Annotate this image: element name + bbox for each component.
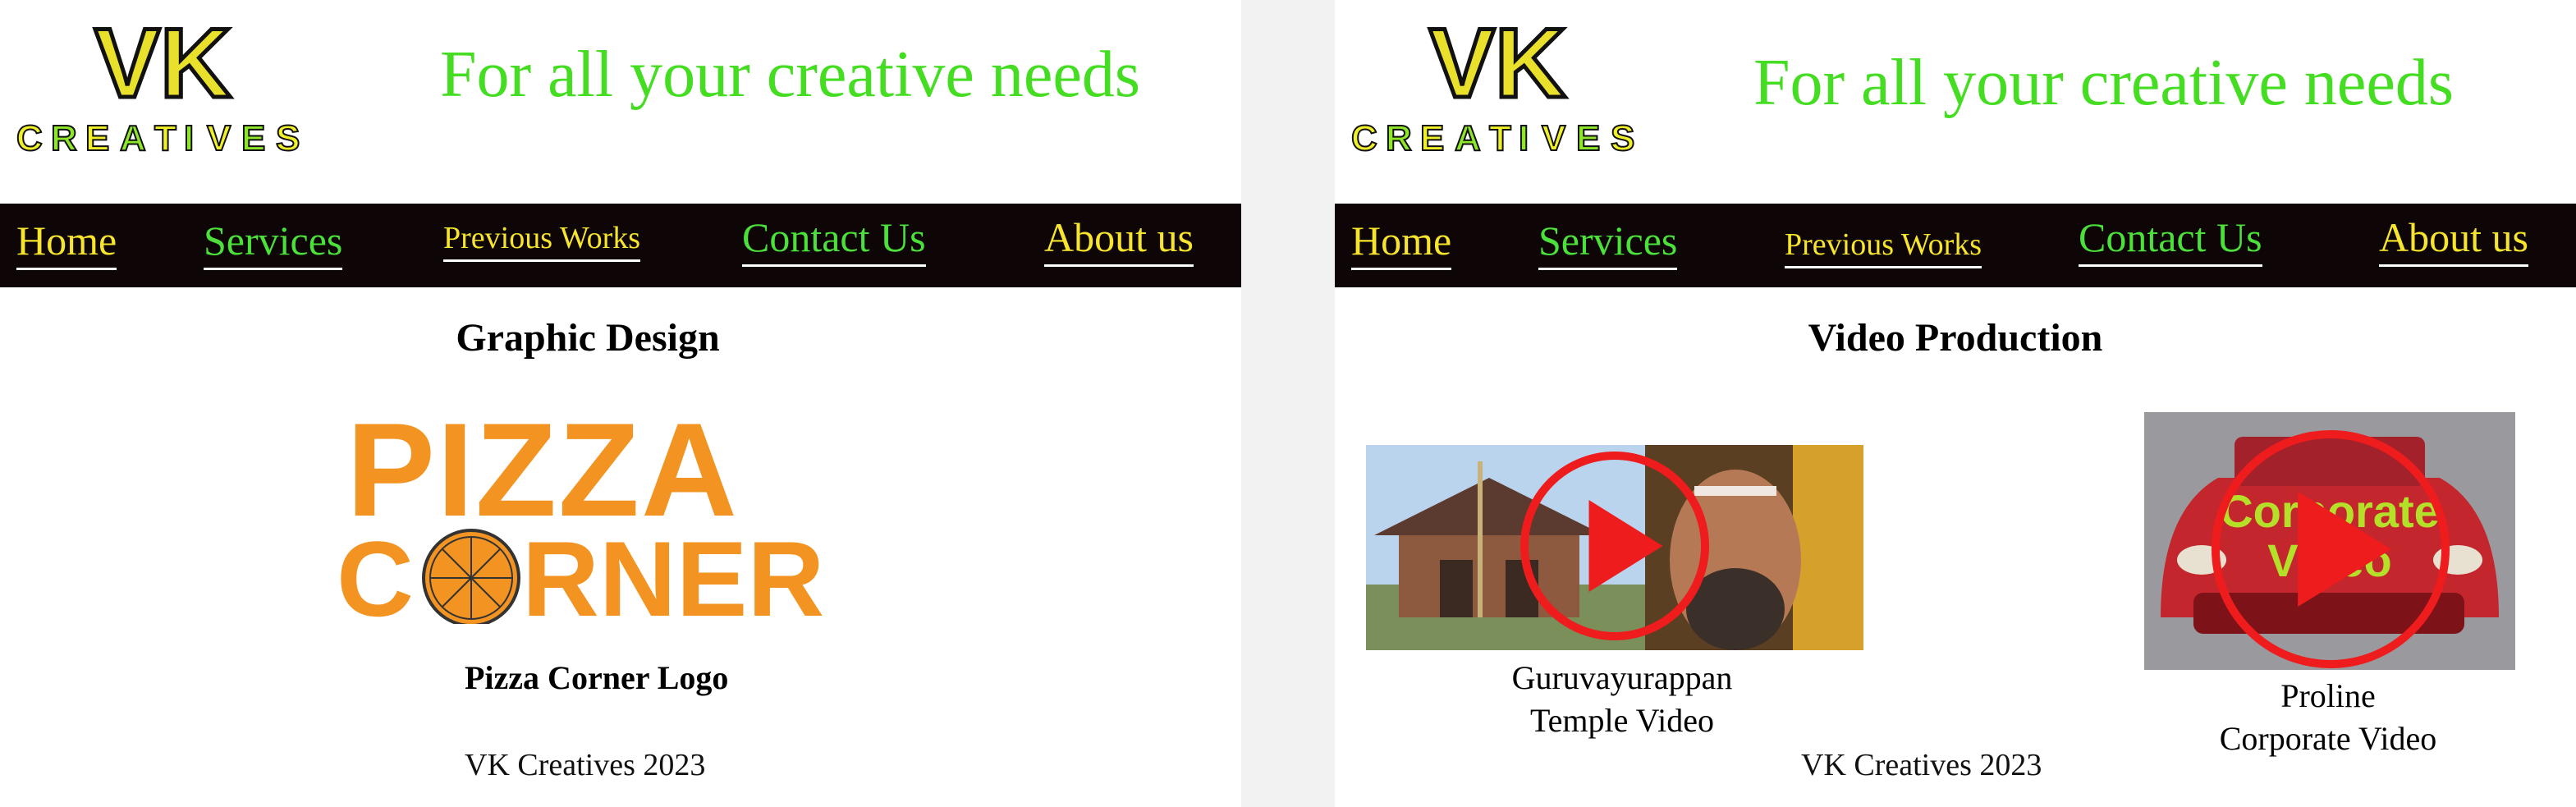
temple-video-thumbnail[interactable] [1366, 445, 1863, 650]
logo-letter: T [1489, 118, 1511, 158]
nav-contact-us[interactable]: Contact Us [2079, 213, 2262, 267]
logo-letter: E [241, 118, 265, 158]
play-button-icon[interactable] [1520, 452, 1709, 640]
logo-letter: E [1576, 118, 1600, 158]
caption-line: Corporate Video [2219, 720, 2437, 757]
logo-letter: A [1455, 118, 1481, 158]
logo-letter: I [184, 118, 194, 158]
temple-video-caption: Guruvayurappan Temple Video [1450, 657, 1794, 742]
pizza-logo-rner-text: RNER [522, 519, 824, 624]
left-page: VK C R E A T I V E S For all your creati… [0, 0, 1241, 807]
nav-about-us[interactable]: About us [2379, 213, 2528, 267]
footer: VK Creatives 2023 [465, 748, 706, 782]
corporate-video-thumbnail[interactable]: Corporate Video [2144, 412, 2515, 670]
pizza-corner-logo[interactable]: PIZZA C RNER [337, 410, 870, 624]
logo-creatives-letters: C R E A T I V E S [16, 117, 300, 159]
nav-bar: Home Services Previous Works Contact Us … [1335, 204, 2576, 287]
right-page: VK C R E A T I V E S For all your creati… [1335, 0, 2576, 807]
logo-letter: C [1351, 118, 1377, 158]
logo-letter: V [207, 118, 231, 158]
logo-letter: V [1542, 118, 1566, 158]
logo-letter: R [51, 118, 77, 158]
logo-letter: R [1386, 118, 1412, 158]
nav-services[interactable]: Services [1538, 217, 1678, 270]
nav-home[interactable]: Home [1351, 217, 1452, 270]
logo-letter: C [16, 118, 43, 158]
logo-letter: T [154, 118, 176, 158]
tagline: For all your creative needs [1753, 47, 2455, 119]
vk-creatives-logo[interactable]: VK C R E A T I V E S [1351, 15, 1663, 163]
caption-line: Proline [2280, 677, 2376, 714]
nav-home[interactable]: Home [16, 217, 117, 270]
nav-services[interactable]: Services [204, 217, 343, 270]
nav-bar: Home Services Previous Works Contact Us … [0, 204, 1241, 287]
caption-line: Temple Video [1529, 702, 1714, 739]
nav-previous-works[interactable]: Previous Works [443, 220, 641, 262]
vk-creatives-logo[interactable]: VK C R E A T I V E S [16, 15, 328, 163]
footer: VK Creatives 2023 [1801, 748, 2042, 782]
pizza-logo-c-text: C [337, 519, 414, 624]
pizza-slice-icon [422, 529, 520, 624]
logo-creatives-letters: C R E A T I V E S [1351, 117, 1635, 159]
section-title: Video Production [1808, 316, 2103, 360]
corporate-video-caption: Proline Corporate Video [2156, 675, 2500, 760]
play-button-icon[interactable] [2212, 430, 2450, 668]
logo-letter: E [85, 118, 109, 158]
nav-about-us[interactable]: About us [1044, 213, 1194, 267]
logo-letter: E [1420, 118, 1444, 158]
logo-letter: S [276, 118, 300, 158]
caption-line: Guruvayurappan [1511, 659, 1733, 696]
logo-letter: I [1519, 118, 1529, 158]
pizza-logo-caption: Pizza Corner Logo [465, 659, 729, 696]
logo-vk-text: VK [94, 15, 231, 118]
logo-letter: S [1611, 118, 1634, 158]
nav-contact-us[interactable]: Contact Us [742, 213, 926, 267]
logo-vk-text: VK [1429, 15, 1566, 118]
tagline: For all your creative needs [440, 39, 1141, 111]
section-title: Graphic Design [456, 316, 720, 360]
logo-letter: A [120, 118, 146, 158]
nav-previous-works[interactable]: Previous Works [1785, 227, 1982, 268]
